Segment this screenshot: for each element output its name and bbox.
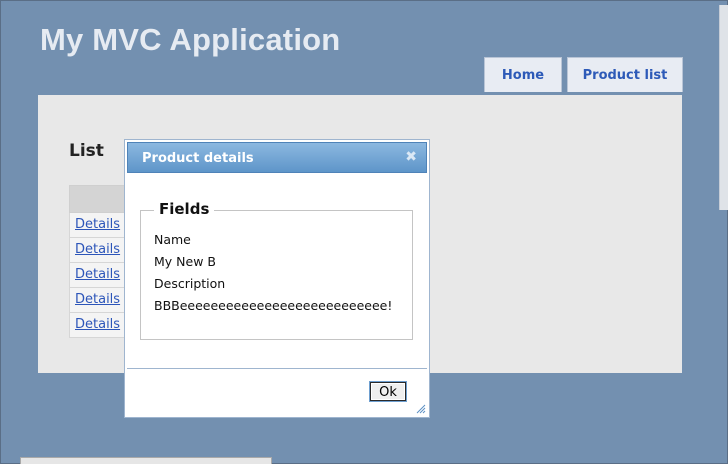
table-row: Details	[69, 238, 125, 263]
details-link[interactable]: Details	[75, 292, 120, 307]
nav-product-list-link[interactable]: Product list	[567, 57, 683, 92]
product-grid: Details Details Details Details Details	[69, 185, 125, 338]
table-row: Details	[69, 263, 125, 288]
table-row: Details	[69, 288, 125, 313]
resize-grip-icon[interactable]	[415, 403, 426, 414]
close-icon[interactable]: ✖	[405, 149, 417, 165]
description-value: BBBeeeeeeeeeeeeeeeeeeeeeeeeeee!	[154, 298, 393, 313]
details-link[interactable]: Details	[75, 267, 120, 282]
main-nav: Home Product list	[484, 57, 683, 92]
ok-button[interactable]: Ok	[370, 382, 406, 401]
dialog-button-divider	[127, 368, 427, 369]
name-label: Name	[154, 232, 191, 247]
fields-fieldset: Fields Name My New B Description BBBeeee…	[140, 200, 413, 340]
details-link[interactable]: Details	[75, 242, 120, 257]
fields-legend: Fields	[154, 200, 215, 218]
description-label: Description	[154, 276, 226, 291]
grid-header	[69, 185, 125, 213]
vertical-scrollbar[interactable]	[719, 5, 728, 210]
bottom-status-tab	[20, 457, 272, 464]
details-link[interactable]: Details	[75, 317, 120, 332]
dialog-titlebar[interactable]: Product details ✖	[127, 142, 427, 173]
list-heading: List	[69, 141, 104, 161]
details-link[interactable]: Details	[75, 217, 120, 232]
nav-home-link[interactable]: Home	[484, 57, 562, 92]
table-row: Details	[69, 213, 125, 238]
table-row: Details	[69, 313, 125, 338]
dialog-title: Product details	[142, 151, 254, 166]
product-details-dialog: Product details ✖ Fields Name My New B D…	[124, 139, 430, 418]
name-value: My New B	[154, 254, 216, 269]
app-title: My MVC Application	[40, 22, 341, 57]
